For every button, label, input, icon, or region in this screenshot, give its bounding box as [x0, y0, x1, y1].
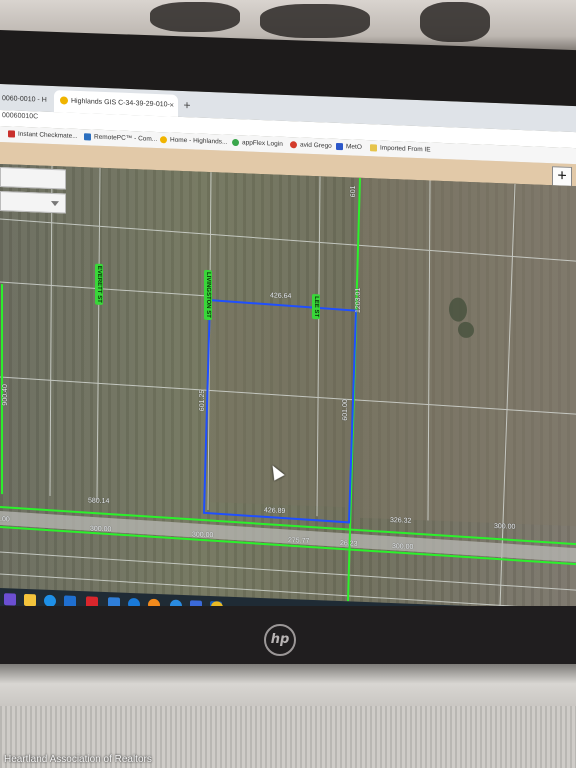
background-object — [260, 4, 370, 38]
bookmark-home-highlands[interactable]: Home - Highlands... — [160, 134, 227, 148]
watermark: Heartland Association of Realtors — [4, 754, 152, 765]
dimension-label: 300.00 — [494, 522, 516, 531]
dimension-label: 1203.01 — [355, 287, 362, 314]
bookmark-avid-grego[interactable]: avid Grego — [290, 139, 332, 152]
hp-logo: hp — [264, 624, 296, 656]
bookmark-label: RemotePC™ - Com... — [94, 133, 158, 144]
search-field[interactable] — [0, 167, 66, 190]
dimension-label: 300.00 — [90, 525, 112, 534]
bookmark-appflex[interactable]: appFlex Login — [232, 137, 283, 150]
dimension-label: 26.23 — [340, 540, 358, 548]
file-explorer-icon[interactable] — [24, 593, 36, 607]
layer-select[interactable] — [0, 191, 66, 214]
background-object — [150, 2, 240, 32]
bookmark-meto[interactable]: MetO — [336, 141, 362, 153]
monitor-screen: 0060-0010 - H Highlands GIS C-34-39-29-0… — [0, 84, 576, 635]
dimension-label: 426.89 — [264, 507, 286, 515]
appflex-icon — [232, 138, 239, 146]
url-text: 00060010C — [2, 112, 39, 121]
dimension-label: 300.00 — [192, 531, 214, 540]
media-icon[interactable] — [4, 593, 16, 606]
avid-icon — [290, 140, 297, 149]
bookmark-label: Home - Highlands... — [170, 136, 228, 146]
folder-icon — [370, 143, 377, 152]
bookmark-label: avid Grego — [300, 141, 332, 150]
dimension-label: 900.40 — [2, 384, 9, 406]
bookmark-instant-checkmate[interactable]: Instant Checkmate... — [8, 128, 78, 142]
laptop-hinge — [0, 664, 576, 708]
add-button[interactable]: + — [552, 166, 572, 187]
bookmark-label: Instant Checkmate... — [18, 130, 78, 140]
tab-label: Highlands GIS C-34-39-29-010- — [71, 97, 170, 109]
dimension-label: .00 — [0, 516, 10, 524]
dimension-label: 426.64 — [270, 292, 292, 301]
tab-parcel[interactable]: 0060-0010 - H — [0, 88, 54, 112]
bookmark-label: Imported From IE — [380, 144, 431, 154]
new-tab-button[interactable]: + — [180, 95, 194, 116]
bookmark-label: MetO — [346, 143, 362, 151]
close-tab-icon[interactable]: × — [169, 95, 174, 117]
background-object — [420, 2, 490, 42]
highlands-icon — [160, 135, 167, 144]
dimension-label: 300.00 — [392, 543, 414, 551]
dimension-label: 601.00 — [342, 399, 349, 421]
dimension-label: 275.77 — [288, 537, 310, 545]
chevron-down-icon — [51, 200, 59, 207]
bookmark-label: appFlex Login — [242, 139, 283, 148]
street-label-livingston: LIVINGSTON ST — [204, 269, 212, 321]
gis-map[interactable]: EVERETT ST LIVINGSTON ST LEE ST 426.64 5… — [0, 164, 576, 611]
dimension-label: 601 — [350, 185, 357, 198]
meto-icon — [336, 142, 343, 150]
street-label-lee: LEE ST — [312, 293, 320, 320]
dimension-label: 326.32 — [390, 516, 412, 525]
street-label-everett: EVERETT ST — [95, 263, 103, 305]
checkmate-icon — [8, 130, 15, 138]
remotepc-icon — [84, 133, 91, 141]
highlands-favicon-icon — [60, 96, 68, 105]
bookmark-remotepc[interactable]: RemotePC™ - Com... — [84, 131, 157, 145]
dimension-label: 580.14 — [88, 497, 110, 506]
tab-label: 0060-0010 - H — [2, 95, 47, 104]
dimension-label: 601.25 — [199, 389, 206, 412]
bookmark-imported-from-ie[interactable]: Imported From IE — [370, 142, 431, 155]
